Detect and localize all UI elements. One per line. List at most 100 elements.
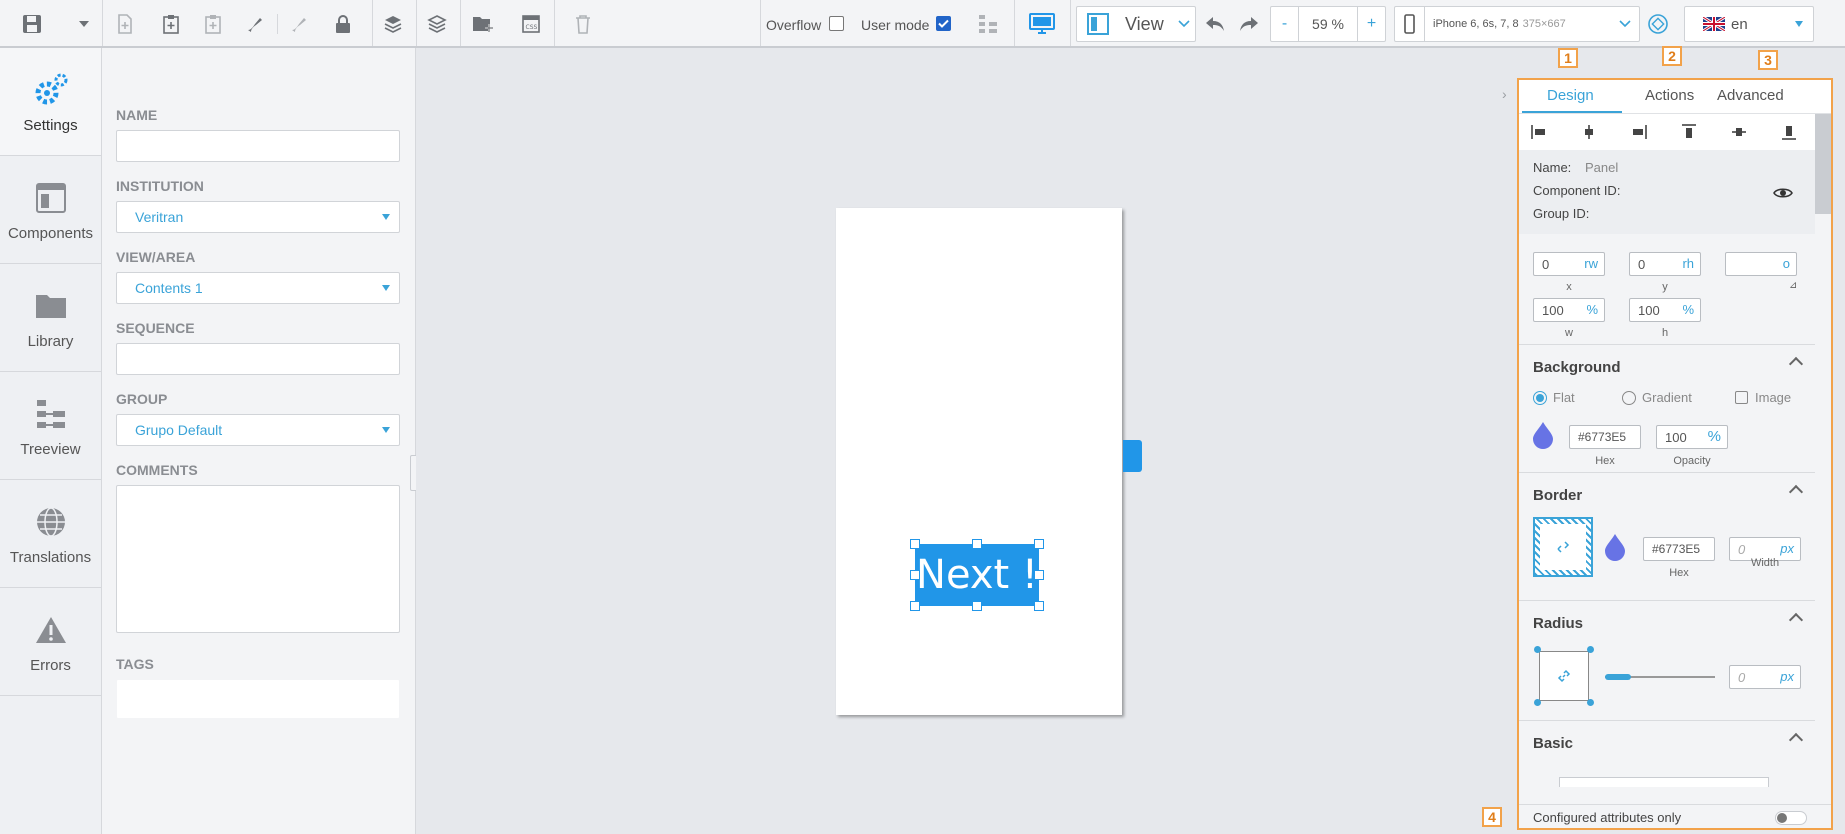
zoom-out-button[interactable]: -: [1271, 7, 1299, 41]
resize-handle[interactable]: [910, 601, 920, 611]
paste-button[interactable]: [158, 6, 184, 42]
x-input[interactable]: 0 rw: [1533, 252, 1605, 276]
zoom-in-button[interactable]: +: [1357, 7, 1385, 41]
institution-select[interactable]: Veritran: [116, 201, 400, 233]
collapse-panel-icon[interactable]: ›: [1502, 86, 1507, 102]
align-middle-icon[interactable]: [1731, 124, 1747, 140]
resize-handle[interactable]: [972, 539, 982, 549]
desktop-view-button[interactable]: [1026, 6, 1058, 42]
bg-opacity-input[interactable]: 100%: [1656, 425, 1728, 449]
x-unit: rw: [1584, 256, 1598, 271]
align-top-icon[interactable]: [1681, 124, 1697, 140]
tab-design[interactable]: Design: [1547, 87, 1594, 104]
align-right-icon[interactable]: [1631, 124, 1647, 140]
undo-button[interactable]: [1202, 6, 1228, 42]
color-drop-icon[interactable]: [1531, 421, 1555, 449]
align-bottom-icon[interactable]: [1781, 124, 1797, 140]
border-hex-input[interactable]: #6773E5: [1643, 537, 1715, 561]
nav-label: Translations: [9, 549, 92, 566]
new-file-button[interactable]: [112, 6, 138, 42]
configured-only-toggle[interactable]: [1775, 811, 1807, 825]
radius-slider-handle[interactable]: [1605, 674, 1631, 680]
chevron-up-icon[interactable]: [1788, 612, 1804, 628]
bg-hex-input[interactable]: #6773E5: [1569, 425, 1641, 449]
save-button[interactable]: [14, 6, 50, 42]
nav-label: Settings: [23, 117, 78, 134]
css-button[interactable]: CSS: [518, 6, 544, 42]
nav-item-treeview[interactable]: Treeview: [0, 372, 101, 480]
border-width-caption: Width: [1750, 557, 1780, 569]
device-screen[interactable]: [836, 208, 1122, 715]
resize-handle[interactable]: [1034, 601, 1044, 611]
tab-actions[interactable]: Actions: [1645, 87, 1694, 104]
delete-button[interactable]: [570, 6, 596, 42]
radius-input[interactable]: 0 px: [1729, 665, 1801, 689]
comments-textarea[interactable]: [116, 485, 400, 633]
device-select[interactable]: iPhone 6, 6s, 7, 8 375×667: [1394, 6, 1640, 42]
align-center-h-icon[interactable]: [1581, 124, 1597, 140]
y-input[interactable]: 0 rh: [1629, 252, 1701, 276]
nav-item-errors[interactable]: Errors: [0, 588, 101, 696]
border-sides-picker[interactable]: [1533, 517, 1593, 577]
redo-button[interactable]: [1236, 6, 1262, 42]
next-button-component[interactable]: Next !: [915, 544, 1039, 606]
rotate-device-button[interactable]: [1644, 6, 1672, 42]
align-left-icon[interactable]: [1531, 124, 1547, 140]
resize-handle[interactable]: [910, 570, 920, 580]
view-select[interactable]: View: [1076, 6, 1196, 42]
flat-radio[interactable]: [1533, 391, 1547, 405]
resize-handle[interactable]: [1034, 570, 1044, 580]
send-back-button[interactable]: [424, 6, 450, 42]
component-id-key: Component ID:: [1533, 183, 1621, 198]
height-input[interactable]: 100%: [1629, 298, 1701, 322]
group-select[interactable]: Grupo Default: [116, 414, 400, 446]
zoom-value[interactable]: 59 %: [1299, 16, 1357, 32]
caret-down-icon: [382, 427, 390, 433]
radius-corners-picker[interactable]: [1539, 651, 1589, 701]
rotation-input[interactable]: o: [1725, 252, 1797, 276]
resize-handle[interactable]: [972, 601, 982, 611]
bring-front-button[interactable]: [380, 6, 406, 42]
user-mode-checkbox[interactable]: [936, 16, 951, 31]
nav-item-translations[interactable]: Translations: [0, 480, 101, 588]
nav-item-library[interactable]: Library: [0, 264, 101, 372]
width-input[interactable]: 100%: [1533, 298, 1605, 322]
tags-input[interactable]: [116, 679, 400, 719]
language-select[interactable]: en: [1684, 6, 1814, 42]
tab-advanced[interactable]: Advanced: [1717, 87, 1784, 104]
paste-style-button[interactable]: [286, 6, 312, 42]
new-folder-button[interactable]: [470, 6, 496, 42]
flat-label: Flat: [1553, 390, 1575, 405]
radius-slider[interactable]: [1605, 674, 1715, 680]
eye-icon[interactable]: [1773, 186, 1793, 200]
nav-item-components[interactable]: Components: [0, 156, 101, 264]
scrollbar-thumb[interactable]: [1815, 114, 1831, 214]
name-input[interactable]: [116, 130, 400, 162]
panel-scrollbar[interactable]: [1815, 114, 1831, 714]
lock-button[interactable]: [330, 6, 356, 42]
view-area-select[interactable]: Contents 1: [116, 272, 400, 304]
resize-handle[interactable]: [910, 539, 920, 549]
nav-label: Treeview: [20, 441, 81, 458]
gradient-radio[interactable]: [1622, 391, 1636, 405]
nav-item-settings[interactable]: Settings: [0, 48, 101, 156]
chevron-up-icon[interactable]: [1788, 356, 1804, 372]
paste-special-button[interactable]: [200, 6, 226, 42]
image-checkbox[interactable]: [1735, 391, 1748, 404]
chevron-up-icon[interactable]: [1788, 732, 1804, 748]
color-drop-icon[interactable]: [1603, 533, 1627, 561]
user-mode-label: User mode: [861, 17, 930, 33]
overflow-checkbox[interactable]: [829, 16, 844, 31]
resize-handle[interactable]: [1034, 539, 1044, 549]
structure-button[interactable]: [974, 6, 1002, 42]
device-side-tab[interactable]: [1123, 440, 1142, 472]
annotation-badge: 1: [1558, 48, 1578, 68]
group-label: GROUP: [116, 391, 168, 407]
copy-style-button[interactable]: [242, 6, 268, 42]
link-off-icon: [1557, 541, 1570, 553]
device-size: 375×667: [1522, 18, 1566, 30]
layers-back-icon: [427, 15, 447, 33]
chevron-up-icon[interactable]: [1788, 484, 1804, 500]
save-dropdown-button[interactable]: [74, 6, 94, 42]
sequence-input[interactable]: [116, 343, 400, 375]
